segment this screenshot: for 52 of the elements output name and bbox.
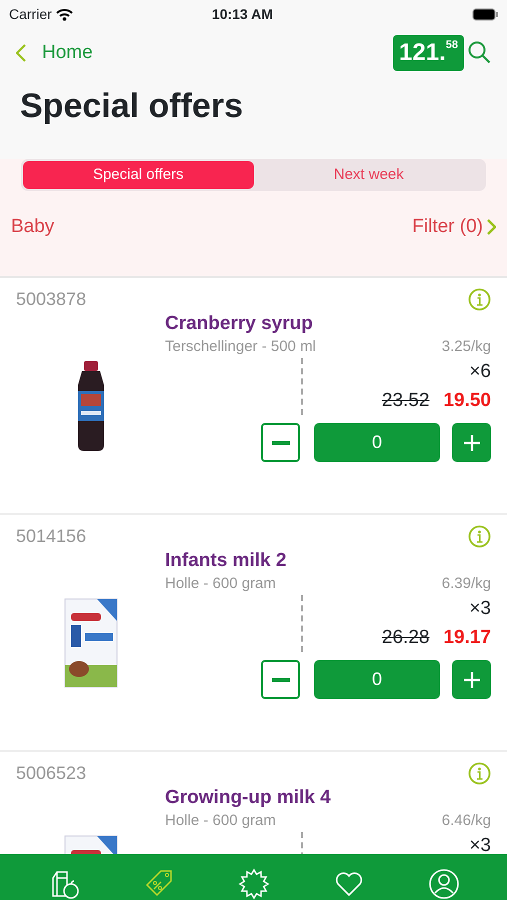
sale-price: 19.17 — [443, 626, 491, 650]
segment-tab[interactable]: Special offers — [23, 161, 254, 189]
status-time: 10:13 AM — [210, 4, 274, 24]
product-details: Holle - 600 gram — [165, 810, 276, 831]
product-name: Infants milk 2 — [165, 550, 288, 573]
info-button[interactable] — [468, 524, 491, 548]
minus-icon — [272, 678, 290, 682]
back-chevron-icon — [16, 44, 26, 62]
chevron-right-icon — [487, 219, 496, 235]
info-icon — [468, 524, 491, 548]
filter-link[interactable]: Filter (0) — [412, 212, 496, 242]
sale-price: 19.50 — [443, 388, 491, 413]
product-details: Holle - 600 gram — [165, 574, 276, 594]
quantity-button[interactable]: 0 — [314, 660, 440, 700]
wifi-icon — [56, 8, 73, 20]
unit-price: 6.39/kg — [442, 574, 491, 594]
product-code: 5014156 — [16, 525, 86, 548]
minus-button[interactable] — [261, 423, 300, 462]
info-button[interactable] — [468, 762, 491, 786]
user-icon[interactable] — [428, 868, 460, 900]
quantity-button[interactable]: 0 — [314, 423, 440, 462]
badge-icon[interactable] — [238, 868, 270, 900]
product-name: Cranberry syrup — [165, 313, 314, 336]
plus-button[interactable] — [452, 660, 491, 700]
carrier-name: Carrier — [9, 4, 52, 24]
plus-icon — [464, 672, 480, 688]
category-label: Baby — [11, 214, 54, 239]
plus-icon — [464, 434, 480, 451]
product-name: Growing-up milk 4 — [165, 787, 332, 810]
info-icon — [468, 762, 491, 785]
battery-icon — [472, 8, 499, 20]
old-price: 23.52 — [382, 388, 430, 413]
minus-icon — [272, 440, 290, 445]
product-code: 5003878 — [16, 288, 86, 311]
info-button[interactable] — [468, 288, 491, 312]
pack-multiplier: ×3 — [469, 834, 491, 854]
segment-tab[interactable]: Next week — [254, 161, 484, 189]
minus-button[interactable] — [261, 660, 300, 700]
plus-button[interactable] — [452, 423, 491, 462]
search-icon — [468, 41, 491, 64]
back-link[interactable]: Home — [16, 38, 93, 68]
unit-price: 3.25/kg — [442, 336, 491, 357]
product-details: Terschellinger - 500 ml — [165, 336, 316, 357]
pack-multiplier: ×3 — [468, 597, 491, 622]
pack-multiplier: ×6 — [468, 360, 491, 384]
info-icon — [468, 288, 491, 311]
balance-badge: 121.$^{58}$ — [393, 35, 464, 71]
old-price: 26.28 — [382, 626, 430, 650]
page-title: Special offers — [19, 86, 244, 127]
unit-price: 6.46/kg — [442, 810, 491, 831]
product-code: 5006523 — [16, 762, 86, 785]
search-button[interactable] — [468, 41, 491, 65]
